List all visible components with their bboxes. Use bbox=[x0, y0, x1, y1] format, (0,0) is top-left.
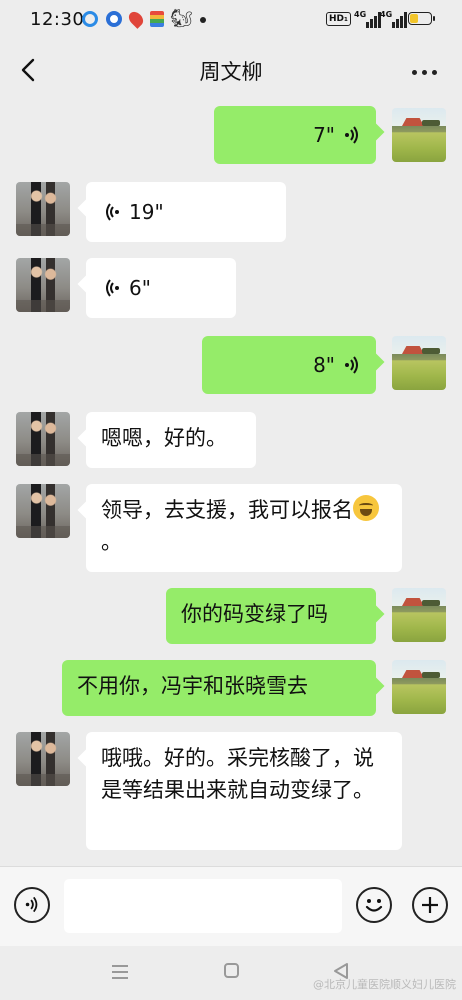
chat-header: 周文柳 bbox=[0, 40, 462, 100]
location-pin-icon bbox=[126, 9, 146, 29]
signal-icon: 4G bbox=[380, 10, 407, 28]
more-icon[interactable] bbox=[412, 70, 438, 76]
message-text: 你的码变绿了吗 bbox=[181, 602, 328, 626]
voice-wave-icon bbox=[106, 279, 119, 297]
app-notification-icon bbox=[82, 11, 98, 27]
voice-duration: 8" bbox=[313, 353, 335, 377]
text-message[interactable]: 你的码变绿了吗 bbox=[166, 588, 376, 644]
app-notification-icon bbox=[106, 11, 122, 27]
squirrel-icon: 🐿 bbox=[170, 8, 193, 29]
watermark: @北京儿童医院顺义妇儿医院 bbox=[313, 978, 456, 991]
input-bar bbox=[0, 866, 462, 947]
voice-duration: 7" bbox=[313, 123, 335, 147]
voice-message[interactable]: 8" bbox=[202, 336, 376, 394]
text-message[interactable]: 不用你，冯宇和张晓雪去 bbox=[62, 660, 376, 716]
my-avatar[interactable] bbox=[392, 660, 446, 714]
voice-wave-icon bbox=[106, 203, 119, 221]
hd-voice-icon: HD₁ bbox=[326, 12, 351, 26]
message-text: 不用你，冯宇和张晓雪去 bbox=[77, 674, 308, 698]
voice-message[interactable]: 7" bbox=[214, 106, 376, 164]
plus-icon bbox=[422, 897, 438, 913]
contact-avatar[interactable] bbox=[16, 182, 70, 236]
contact-avatar[interactable] bbox=[16, 484, 70, 538]
emoji-button[interactable] bbox=[356, 887, 392, 923]
message-text-trail: 。 bbox=[101, 530, 122, 554]
my-avatar[interactable] bbox=[392, 108, 446, 162]
voice-toggle-icon bbox=[25, 896, 38, 913]
message-text: 嗯嗯，好的。 bbox=[101, 426, 227, 450]
emoji-icon bbox=[365, 899, 383, 912]
text-message[interactable]: 领导，去支援，我可以报名。 bbox=[86, 484, 402, 572]
chat-title: 周文柳 bbox=[199, 60, 263, 84]
voice-message[interactable]: 19" bbox=[86, 182, 286, 242]
app-notification-icon bbox=[150, 11, 164, 27]
voice-message[interactable]: 6" bbox=[86, 258, 236, 318]
status-time: 12:30 bbox=[30, 9, 85, 30]
battery-icon bbox=[408, 12, 435, 25]
voice-duration: 6" bbox=[129, 276, 151, 300]
text-message[interactable]: 哦哦。好的。采完核酸了，说是等结果出来就自动变绿了。 bbox=[86, 732, 402, 850]
laughing-tears-emoji bbox=[353, 495, 379, 521]
voice-toggle-button[interactable] bbox=[14, 887, 50, 923]
text-message[interactable]: 嗯嗯，好的。 bbox=[86, 412, 256, 468]
more-notifications-dot bbox=[200, 17, 206, 23]
home-icon[interactable] bbox=[224, 963, 239, 978]
contact-avatar[interactable] bbox=[16, 412, 70, 466]
my-avatar[interactable] bbox=[392, 588, 446, 642]
status-bar: 12:30 🐿 HD₁ 4G 4G bbox=[0, 0, 462, 40]
voice-duration: 19" bbox=[129, 200, 164, 224]
my-avatar[interactable] bbox=[392, 336, 446, 390]
voice-wave-icon bbox=[345, 356, 358, 374]
contact-avatar[interactable] bbox=[16, 258, 70, 312]
message-text: 领导，去支援，我可以报名 bbox=[101, 498, 353, 522]
contact-avatar[interactable] bbox=[16, 732, 70, 786]
menu-icon[interactable] bbox=[112, 965, 128, 979]
voice-wave-icon bbox=[345, 126, 358, 144]
message-text: 哦哦。好的。采完核酸了，说是等结果出来就自动变绿了。 bbox=[101, 746, 374, 802]
message-input[interactable] bbox=[64, 879, 342, 933]
signal-icon: 4G bbox=[354, 10, 381, 28]
more-actions-button[interactable] bbox=[412, 887, 448, 923]
system-nav-bar: @北京儿童医院顺义妇儿医院 bbox=[0, 946, 462, 1000]
